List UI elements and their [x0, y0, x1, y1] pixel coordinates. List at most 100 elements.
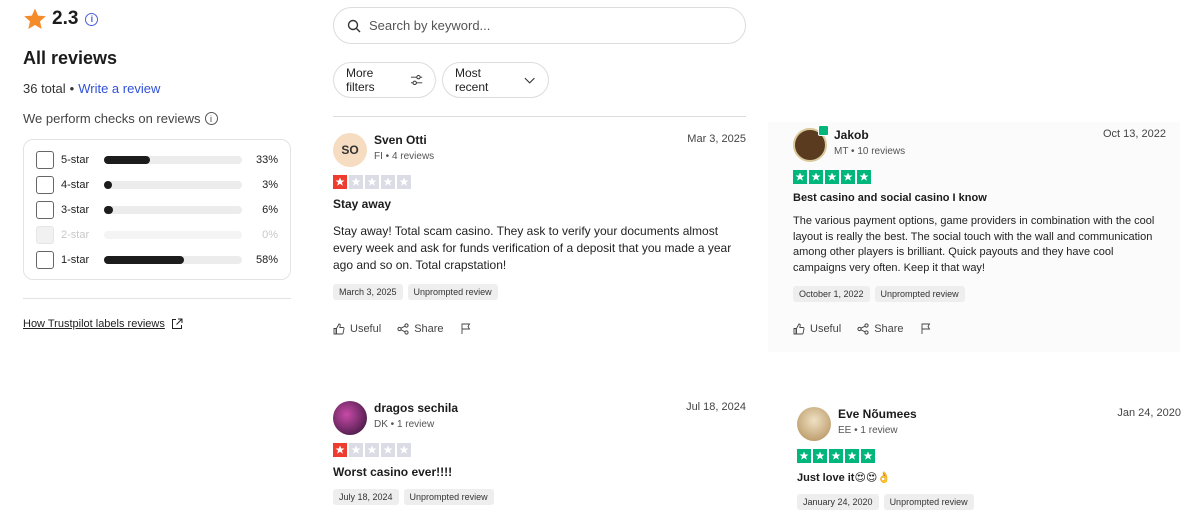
unprompted-tag[interactable]: Unprompted review [883, 494, 974, 510]
star-icon [829, 449, 843, 463]
date-tag: March 3, 2025 [333, 284, 403, 300]
review-header: Eve Nõumees EE • 1 review Jan 24, 2020 [797, 407, 1181, 441]
star-filter-row[interactable]: 3-star 6% [36, 197, 278, 222]
checkbox[interactable] [36, 200, 54, 219]
review-title[interactable]: Just love it😍😍👌 [797, 471, 1181, 484]
star-filter-row[interactable]: 4-star 3% [36, 172, 278, 197]
star-icon [793, 170, 807, 184]
review-card: SO Sven Otti FI • 4 reviews Mar 3, 2025 … [333, 133, 746, 335]
review-header: SO Sven Otti FI • 4 reviews Mar 3, 2025 [333, 133, 746, 167]
star-icon [349, 443, 363, 457]
share-button[interactable]: Share [397, 323, 444, 335]
star-icon [333, 443, 347, 457]
star-rating [333, 443, 746, 457]
labels-link[interactable]: How Trustpilot labels reviews [23, 318, 291, 330]
reviewer-info: Jakob MT • 10 reviews [834, 128, 905, 157]
star-rating [797, 449, 1181, 463]
overall-rating: 2.3 [52, 8, 79, 29]
write-review-link[interactable]: Write a review [78, 81, 160, 96]
star-icon [365, 175, 379, 189]
star-rating [793, 170, 1166, 184]
bar-track [104, 205, 242, 214]
star-icon [397, 175, 411, 189]
star-percent: 58% [255, 253, 278, 266]
review-header: Jakob MT • 10 reviews Oct 13, 2022 [793, 125, 1166, 162]
star-icon [845, 449, 859, 463]
review-tags: October 1, 2022 Unprompted review [793, 286, 1166, 302]
separator-dot: • [69, 81, 75, 96]
star-icon [825, 170, 839, 184]
useful-button[interactable]: Useful [793, 323, 841, 335]
star-icon [841, 170, 855, 184]
avatar[interactable] [333, 401, 367, 435]
checks-note[interactable]: We perform checks on reviews i [23, 111, 291, 126]
checkbox[interactable] [36, 175, 54, 194]
more-filters-label: More filters [346, 66, 375, 94]
star-icon [381, 443, 395, 457]
bar-fill [104, 205, 113, 214]
sort-dropdown[interactable]: Most recent [442, 62, 549, 98]
date-tag: January 24, 2020 [797, 494, 879, 510]
bar-track [104, 180, 242, 189]
unprompted-tag[interactable]: Unprompted review [407, 284, 498, 300]
search-input[interactable]: Search by keyword... [333, 7, 746, 44]
star-icon [381, 175, 395, 189]
sort-label: Most recent [455, 66, 489, 94]
star-filter-row[interactable]: 1-star 58% [36, 247, 278, 272]
avatar[interactable]: SO [333, 133, 367, 167]
star-icon [809, 170, 823, 184]
checkbox[interactable] [36, 250, 54, 269]
checkbox[interactable] [36, 150, 54, 169]
review-date: Jan 24, 2020 [1117, 407, 1181, 419]
share-icon [857, 323, 869, 335]
star-percent: 3% [262, 178, 278, 191]
flag-button[interactable] [460, 323, 472, 335]
labels-link-text[interactable]: How Trustpilot labels reviews [23, 318, 165, 330]
avatar[interactable] [797, 407, 831, 441]
review-title[interactable]: Worst casino ever!!!! [333, 465, 746, 479]
useful-button[interactable]: Useful [333, 323, 381, 335]
thumbs-up-icon [793, 323, 805, 335]
review-date: Mar 3, 2025 [687, 133, 746, 145]
reviewer-name[interactable]: Jakob [834, 128, 905, 142]
more-filters-button[interactable]: More filters [333, 62, 436, 98]
review-tags: July 18, 2024 Unprompted review [333, 489, 746, 505]
reviewer-meta: DK • 1 review [374, 419, 435, 430]
reviewer-meta: EE • 1 review [838, 425, 898, 436]
unprompted-tag[interactable]: Unprompted review [874, 286, 965, 302]
review-body: Stay away! Total scam casino. They ask t… [333, 224, 732, 272]
reviewer-meta: FI • 4 reviews [374, 151, 435, 162]
review-title[interactable]: Stay away [333, 197, 746, 211]
checks-text: We perform checks on reviews [23, 111, 201, 126]
reviewer-name[interactable]: Sven Otti [374, 133, 434, 147]
flag-icon [461, 323, 470, 334]
info-icon[interactable]: i [85, 12, 99, 26]
review-title[interactable]: Best casino and social casino I know [793, 192, 1166, 204]
bar-fill [104, 180, 112, 189]
share-icon [397, 323, 409, 335]
search-placeholder[interactable]: Search by keyword... [369, 18, 490, 33]
verified-badge [818, 125, 829, 136]
review-date: Jul 18, 2024 [686, 401, 746, 413]
star-label: 2-star [61, 228, 90, 241]
total-count: 36 total [23, 81, 66, 96]
review-card: Eve Nõumees EE • 1 review Jan 24, 2020 J… [797, 407, 1181, 510]
external-link-icon [171, 318, 183, 329]
reviewer-name[interactable]: Eve Nõumees [838, 407, 917, 421]
star-filter-row: 2-star 0% [36, 222, 278, 247]
share-label: Share [874, 323, 904, 335]
reviewer-name[interactable]: dragos sechila [374, 401, 458, 415]
flag-button[interactable] [920, 323, 932, 335]
info-icon[interactable]: i [204, 112, 218, 125]
bar-fill [104, 155, 150, 164]
share-button[interactable]: Share [857, 323, 904, 335]
avatar[interactable] [793, 125, 829, 162]
review-date: Oct 13, 2022 [1103, 128, 1166, 140]
divider [23, 298, 291, 299]
useful-label: Useful [350, 323, 382, 335]
star-filter-row[interactable]: 5-star 33% [36, 147, 278, 172]
reviews-summary: 2.3 i All reviews 36 total • Write a revie… [23, 6, 291, 330]
star-percent: 6% [262, 203, 278, 216]
unprompted-tag[interactable]: Unprompted review [403, 489, 494, 505]
bar-track [104, 155, 242, 164]
